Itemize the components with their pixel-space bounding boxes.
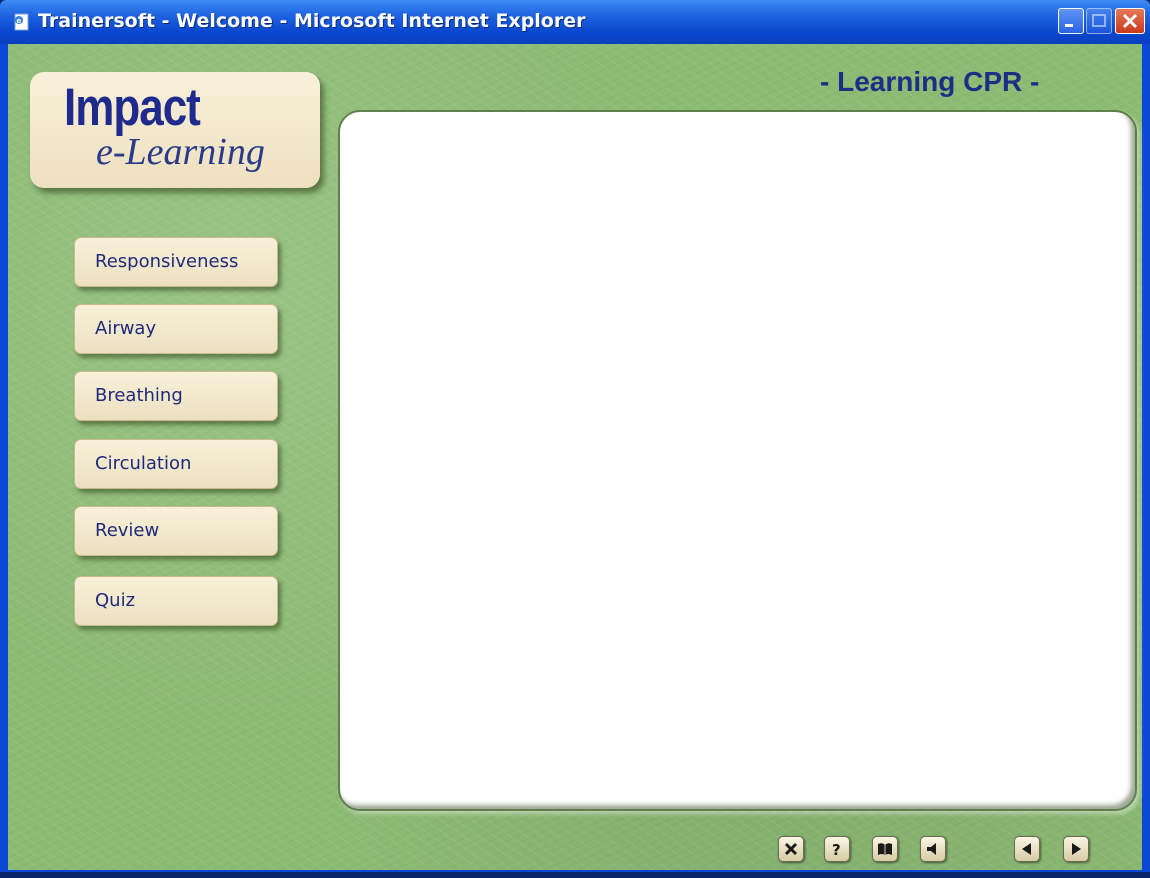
nav-review-button[interactable]: Review bbox=[74, 506, 278, 556]
title-bar[interactable]: e Trainersoft - Welcome - Microsoft Inte… bbox=[0, 0, 1150, 44]
minimize-button[interactable] bbox=[1058, 8, 1084, 34]
lesson-content-panel bbox=[338, 110, 1137, 811]
nav-responsiveness-button[interactable]: Responsiveness bbox=[74, 237, 278, 287]
previous-page-button[interactable] bbox=[1014, 836, 1040, 862]
audio-button[interactable] bbox=[920, 836, 946, 862]
window-title: Trainersoft - Welcome - Microsoft Intern… bbox=[38, 10, 586, 32]
close-button[interactable] bbox=[1115, 8, 1145, 34]
maximize-icon bbox=[1092, 14, 1106, 27]
minimize-icon bbox=[1065, 24, 1073, 27]
page-heading: - Learning CPR - bbox=[820, 66, 1040, 97]
next-arrow-icon bbox=[1072, 843, 1081, 855]
ie-page-icon: e bbox=[14, 13, 29, 31]
svg-text:?: ? bbox=[832, 841, 841, 858]
help-icon: ? bbox=[832, 841, 841, 858]
help-button[interactable]: ? bbox=[824, 836, 850, 862]
course-content-area: Impact e-Learning - Learning CPR - Respo… bbox=[8, 44, 1142, 870]
exit-icon bbox=[784, 842, 798, 856]
exit-button[interactable] bbox=[778, 836, 804, 862]
maximize-button[interactable] bbox=[1086, 8, 1112, 34]
nav-button-label: Circulation bbox=[95, 453, 192, 474]
nav-button-label: Airway bbox=[95, 318, 157, 339]
nav-quiz-button[interactable]: Quiz bbox=[74, 576, 278, 626]
nav-button-label: Breathing bbox=[95, 385, 183, 406]
nav-breathing-button[interactable]: Breathing bbox=[74, 371, 278, 421]
previous-arrow-icon bbox=[1022, 843, 1031, 855]
logo-impact-text: Impact bbox=[64, 78, 201, 137]
nav-button-label: Review bbox=[95, 520, 160, 541]
nav-airway-button[interactable]: Airway bbox=[74, 304, 278, 354]
next-page-button[interactable] bbox=[1063, 836, 1089, 862]
logo-elearning-text: e-Learning bbox=[96, 131, 265, 173]
browser-window: e Trainersoft - Welcome - Microsoft Inte… bbox=[0, 0, 1150, 878]
glossary-button[interactable] bbox=[872, 836, 898, 862]
nav-button-label: Quiz bbox=[95, 590, 136, 611]
close-icon bbox=[1122, 13, 1138, 29]
svg-text:e: e bbox=[17, 17, 22, 25]
audio-speaker-icon bbox=[927, 843, 936, 855]
glossary-book-icon bbox=[878, 843, 892, 855]
nav-circulation-button[interactable]: Circulation bbox=[74, 439, 278, 489]
impact-elearning-logo: Impact e-Learning bbox=[30, 72, 320, 188]
nav-button-label: Responsiveness bbox=[95, 251, 239, 272]
